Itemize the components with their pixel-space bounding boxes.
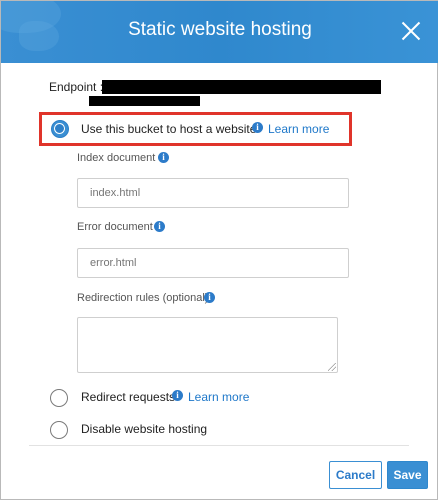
learn-more-link[interactable]: Learn more — [188, 390, 249, 404]
info-icon[interactable]: i — [204, 292, 215, 303]
cancel-button[interactable]: Cancel — [329, 461, 382, 489]
error-document-input[interactable] — [77, 248, 349, 278]
index-document-label: Index document — [77, 152, 156, 164]
endpoint-redacted — [89, 96, 200, 106]
footer-divider — [29, 445, 409, 446]
redirection-rules-textarea[interactable] — [77, 317, 338, 373]
dialog-title: Static website hosting — [128, 19, 312, 40]
index-document-input[interactable] — [77, 178, 349, 208]
info-icon[interactable]: i — [172, 390, 183, 401]
endpoint-redacted — [102, 80, 381, 94]
radio-disable-hosting[interactable] — [50, 421, 68, 439]
endpoint-label: Endpoint : — [49, 80, 104, 94]
dialog-header: Static website hosting — [1, 1, 438, 63]
redirection-rules-label: Redirection rules (optional) — [77, 292, 209, 304]
save-button[interactable]: Save — [387, 461, 428, 489]
info-icon[interactable]: i — [154, 221, 165, 232]
error-document-label: Error document — [77, 221, 153, 233]
option-disable-label: Disable website hosting — [81, 422, 208, 436]
radio-redirect-requests[interactable] — [50, 389, 68, 407]
option-use-bucket-label: Use this bucket to host a website — [81, 122, 257, 136]
radio-use-bucket[interactable] — [51, 120, 69, 138]
close-icon[interactable] — [401, 21, 421, 41]
learn-more-link[interactable]: Learn more — [268, 122, 329, 136]
resize-handle-icon[interactable] — [328, 363, 336, 371]
info-icon[interactable]: i — [158, 152, 169, 163]
option-redirect-label: Redirect requests — [81, 390, 176, 404]
dialog: Static website hosting Endpoint : Use th… — [0, 0, 438, 500]
info-icon[interactable]: i — [252, 122, 263, 133]
